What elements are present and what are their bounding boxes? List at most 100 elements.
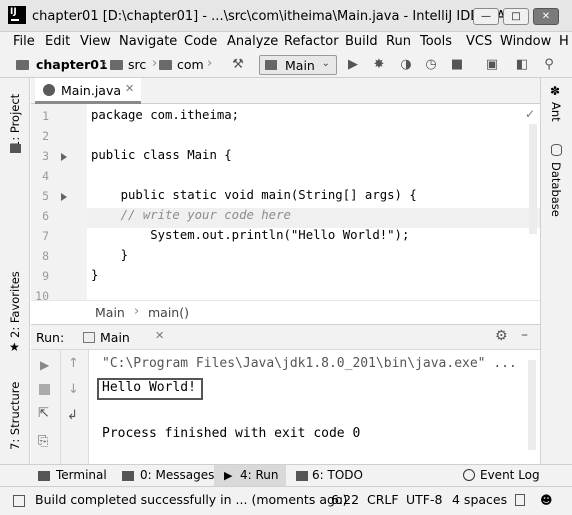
editor-gutter: 1 2 3 4 5 6 7 8 9 10	[31, 104, 87, 303]
line-number: 3	[42, 149, 49, 163]
tool-terminal[interactable]: Terminal	[56, 468, 107, 482]
todo-icon	[296, 471, 308, 481]
hide-panel-icon[interactable]: –	[521, 327, 528, 343]
line-number: 9	[42, 269, 49, 283]
tool-project[interactable]: 1: Project	[8, 94, 22, 148]
run-config-icon	[265, 60, 277, 70]
nav-src[interactable]: src	[128, 57, 146, 72]
menu-help[interactable]: H	[559, 34, 569, 49]
tool-messages[interactable]: 0: Messages	[140, 468, 214, 482]
arrow-up-icon[interactable]: ↑	[68, 356, 79, 371]
menu-vcs[interactable]: VCS	[466, 34, 492, 49]
menu-view[interactable]: View	[80, 34, 111, 49]
status-line-separator[interactable]: CRLF	[367, 492, 399, 507]
java-class-icon	[43, 84, 55, 96]
run-icon[interactable]: ▶	[345, 57, 361, 73]
editor-scrollbar[interactable]	[529, 124, 537, 234]
menu-code[interactable]: Code	[184, 34, 217, 49]
tab-label: Main.java	[61, 83, 122, 98]
title-bar: IJ chapter01 [D:\chapter01] - ...\src\co…	[0, 0, 572, 32]
code-line: public static void main(String[] args) {	[91, 188, 417, 202]
terminal-icon	[38, 471, 50, 481]
menu-window[interactable]: Window	[500, 34, 551, 49]
rerun-icon[interactable]: ▶	[40, 358, 49, 372]
run-tab-close-icon[interactable]: ✕	[155, 329, 164, 342]
tool-database[interactable]: Database	[549, 162, 563, 217]
maximize-icon[interactable]: □	[503, 8, 529, 25]
console-scrollbar[interactable]	[528, 360, 536, 450]
run-toolbar-secondary: ↑ ↓ ↲	[61, 350, 89, 464]
status-position[interactable]: 6:22	[331, 492, 359, 507]
tool-run[interactable]: 4: Run	[240, 468, 279, 482]
menu-analyze[interactable]: Analyze	[227, 34, 278, 49]
tab-main-java[interactable]: Main.java ✕	[35, 78, 141, 104]
chevron-right-icon: ›	[207, 56, 213, 71]
menu-edit[interactable]: Edit	[45, 34, 70, 49]
close-icon[interactable]: ✕	[533, 8, 559, 25]
line-number: 5	[42, 189, 49, 203]
menu-file[interactable]: File	[13, 34, 35, 49]
nav-com[interactable]: com	[177, 57, 204, 72]
line-number: 4	[42, 169, 49, 183]
tool-ant[interactable]: Ant	[549, 102, 563, 122]
hammer-build-icon[interactable]: ⚒	[230, 57, 246, 73]
tool-todo[interactable]: 6: TODO	[312, 468, 363, 482]
menu-tools[interactable]: Tools	[420, 34, 452, 49]
navigation-toolbar: chapter01 › src › com › ⚒ Main ⌄ ▶ ✸ ◑ ◷…	[0, 52, 572, 78]
line-number: 6	[42, 209, 49, 223]
console-command: "C:\Program Files\Java\jdk1.8.0_201\bin\…	[102, 356, 517, 371]
coverage-icon[interactable]: ◑	[398, 57, 414, 73]
tool-favorites[interactable]: 2: Favorites	[8, 271, 22, 338]
chevron-right-icon: ›	[152, 56, 158, 71]
code-comment: // write your code here	[91, 208, 291, 222]
status-toggle-icon[interactable]	[13, 495, 25, 507]
line-number: 1	[42, 109, 49, 123]
breadcrumb-method[interactable]: main()	[148, 305, 189, 320]
debug-icon[interactable]: ✸	[371, 57, 387, 73]
code-editor[interactable]: package com.itheima; public class Main {…	[87, 104, 540, 300]
project-folder-icon	[16, 60, 29, 70]
line-number: 7	[42, 229, 49, 243]
nav-project[interactable]: chapter01	[36, 57, 108, 72]
profile-icon[interactable]: ◷	[423, 57, 439, 73]
window-title: chapter01 [D:\chapter01] - ...\src\com\i…	[32, 9, 518, 24]
stop-icon[interactable]	[39, 384, 50, 395]
inspection-ok-icon[interactable]: ✓	[525, 107, 535, 121]
soft-wrap-icon[interactable]: ↲	[67, 408, 78, 423]
code-line: System.out.println("Hello World!");	[91, 228, 410, 242]
breadcrumb-class[interactable]: Main	[95, 305, 125, 320]
run-tab-main[interactable]: Main	[100, 330, 130, 345]
menu-run[interactable]: Run	[386, 34, 411, 49]
status-encoding[interactable]: UTF-8	[406, 492, 442, 507]
stop-icon[interactable]: ■	[449, 57, 465, 73]
status-indent[interactable]: 4 spaces	[452, 492, 507, 507]
tool-event-log[interactable]: Event Log	[480, 468, 540, 482]
run-icon: ▶	[224, 469, 233, 482]
intellij-logo-icon: IJ	[8, 6, 26, 24]
minimize-icon[interactable]: —	[473, 8, 499, 25]
lock-icon[interactable]	[515, 494, 525, 506]
sdk-icon[interactable]: ◧	[514, 57, 530, 73]
run-class-gutter-icon[interactable]	[61, 153, 67, 161]
inspector-icon[interactable]: ☻	[540, 493, 553, 507]
run-config-dropdown[interactable]: Main ⌄	[259, 55, 337, 75]
pin-icon[interactable]: ⎘	[38, 434, 48, 449]
search-icon[interactable]: ⚲	[541, 57, 557, 73]
menu-bar: File Edit View Navigate Code Analyze Ref…	[0, 32, 572, 52]
console-output: Hello World!	[102, 380, 196, 395]
menu-build[interactable]: Build	[345, 34, 378, 49]
tab-close-icon[interactable]: ✕	[125, 82, 134, 95]
gear-icon[interactable]: ⚙	[495, 328, 508, 344]
menu-navigate[interactable]: Navigate	[119, 34, 177, 49]
tool-structure[interactable]: 7: Structure	[8, 382, 22, 450]
menu-refactor[interactable]: Refactor	[284, 34, 339, 49]
console-exit-message: Process finished with exit code 0	[102, 426, 361, 441]
restore-layout-icon[interactable]: ⇱	[38, 406, 49, 421]
project-structure-icon[interactable]: ▣	[484, 57, 500, 73]
run-method-gutter-icon[interactable]	[61, 193, 67, 201]
right-tool-strip: ✽ Ant Database	[540, 78, 572, 464]
run-console[interactable]: "C:\Program Files\Java\jdk1.8.0_201\bin\…	[89, 350, 540, 464]
run-tab-icon	[83, 332, 95, 343]
editor-tab-strip: Main.java ✕	[31, 78, 540, 104]
arrow-down-icon[interactable]: ↓	[68, 382, 79, 397]
